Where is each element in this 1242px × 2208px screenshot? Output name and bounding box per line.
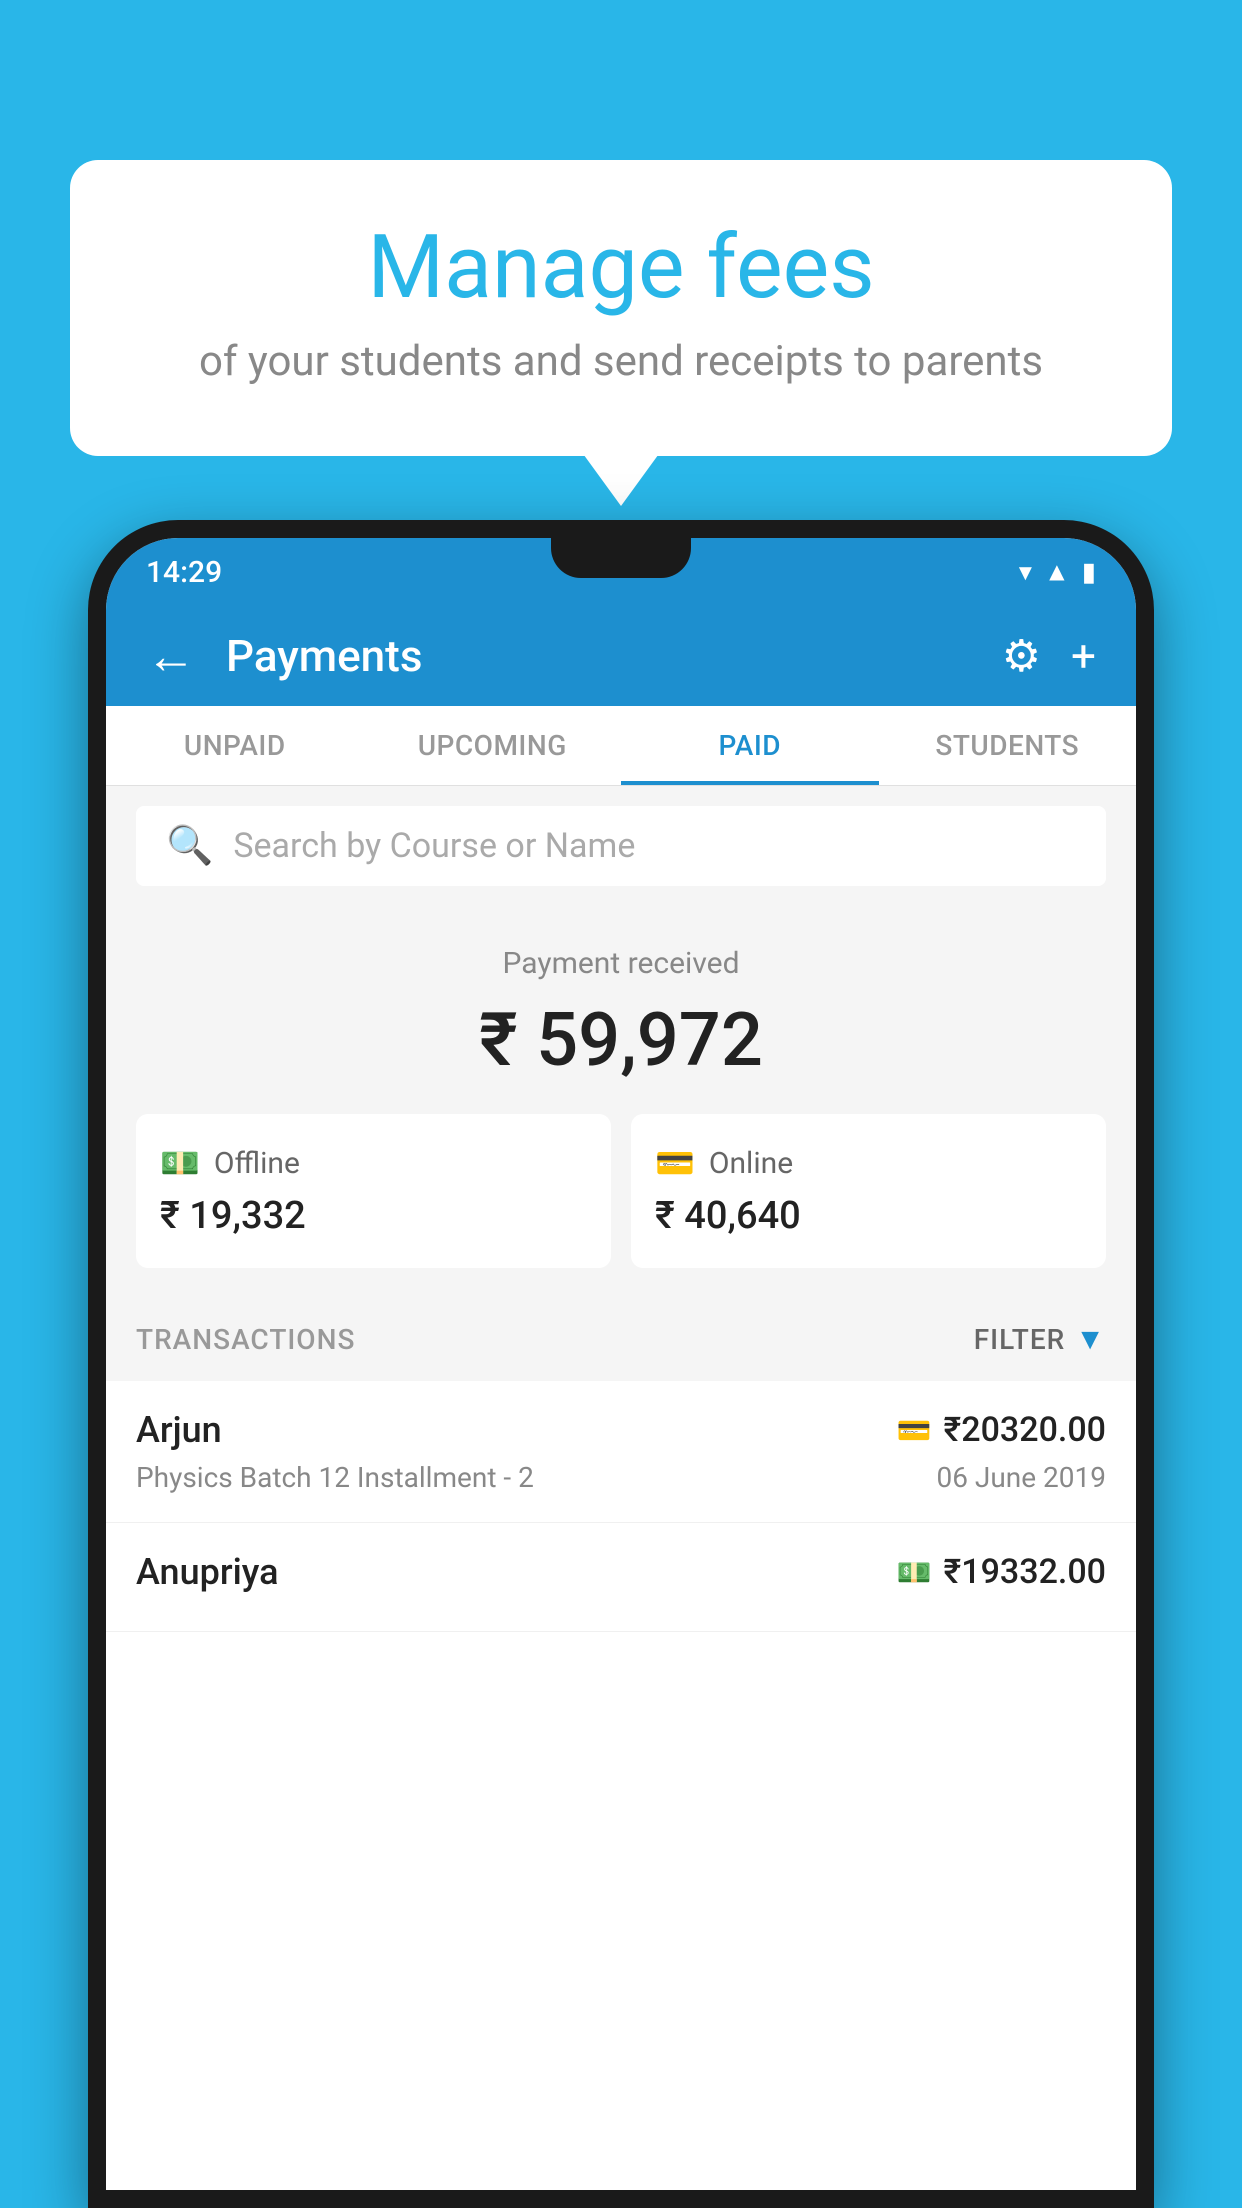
bubble-title: Manage fees <box>150 220 1092 317</box>
phone-screen: 14:29 ▾ ▲ ▮ ← Payments ⚙ + UNPAID UPCOMI… <box>106 538 1136 2190</box>
app-bar: ← Payments ⚙ + <box>106 606 1136 706</box>
transactions-header: TRANSACTIONS FILTER ▼ <box>106 1298 1136 1381</box>
filter-icon: ▼ <box>1075 1322 1106 1357</box>
transaction-item[interactable]: Arjun 💳 ₹20320.00 Physics Batch 12 Insta… <box>106 1381 1136 1523</box>
tabs-bar: UNPAID UPCOMING PAID STUDENTS <box>106 706 1136 786</box>
offline-card-header: 💵 Offline <box>160 1144 587 1182</box>
app-bar-title: Payments <box>226 630 1002 682</box>
search-bar[interactable]: 🔍 Search by Course or Name <box>136 806 1106 886</box>
transaction-row-bottom: Physics Batch 12 Installment - 2 06 June… <box>136 1461 1106 1494</box>
status-icons: ▾ ▲ ▮ <box>1019 557 1096 588</box>
transaction-row-top: Anupriya 💵 ₹19332.00 <box>136 1551 1106 1593</box>
settings-button[interactable]: ⚙ <box>1002 630 1041 682</box>
offline-icon: 💵 <box>160 1144 200 1182</box>
tab-students[interactable]: STUDENTS <box>879 706 1137 785</box>
online-amount: ₹ 40,640 <box>655 1194 1082 1238</box>
online-card-header: 💳 Online <box>655 1144 1082 1182</box>
payment-cards: 💵 Offline ₹ 19,332 💳 Online ₹ 40,640 <box>136 1114 1106 1268</box>
payment-summary: Payment received ₹ 59,972 💵 Offline ₹ 19… <box>106 906 1136 1298</box>
transaction-amount-container: 💳 ₹20320.00 <box>897 1410 1106 1450</box>
phone-frame: 14:29 ▾ ▲ ▮ ← Payments ⚙ + UNPAID UPCOMI… <box>88 520 1154 2208</box>
speech-bubble: Manage fees of your students and send re… <box>70 160 1172 456</box>
speech-bubble-container: Manage fees of your students and send re… <box>70 160 1172 456</box>
online-icon: 💳 <box>655 1144 695 1182</box>
search-container: 🔍 Search by Course or Name <box>106 786 1136 906</box>
transaction-amount-container: 💵 ₹19332.00 <box>897 1552 1106 1592</box>
filter-label: FILTER <box>974 1323 1066 1356</box>
back-button[interactable]: ← <box>146 627 196 686</box>
payment-total-amount: ₹ 59,972 <box>136 997 1106 1084</box>
offline-card: 💵 Offline ₹ 19,332 <box>136 1114 611 1268</box>
bubble-subtitle: of your students and send receipts to pa… <box>150 337 1092 386</box>
search-input[interactable]: Search by Course or Name <box>233 826 635 866</box>
transaction-amount: ₹20320.00 <box>944 1410 1106 1450</box>
transaction-name: Anupriya <box>136 1551 279 1593</box>
transaction-item[interactable]: Anupriya 💵 ₹19332.00 <box>106 1523 1136 1632</box>
card-payment-icon: 💳 <box>897 1414 932 1447</box>
transactions-label: TRANSACTIONS <box>136 1323 355 1356</box>
offline-amount: ₹ 19,332 <box>160 1194 587 1238</box>
signal-icon: ▲ <box>1044 557 1070 588</box>
transaction-date: 06 June 2019 <box>936 1461 1106 1494</box>
online-label: Online <box>709 1146 793 1181</box>
phone-notch <box>551 538 691 578</box>
tab-upcoming[interactable]: UPCOMING <box>364 706 622 785</box>
battery-icon: ▮ <box>1082 557 1096 587</box>
wifi-icon: ▾ <box>1019 557 1032 587</box>
offline-label: Offline <box>214 1146 300 1181</box>
transaction-amount: ₹19332.00 <box>944 1552 1106 1592</box>
transaction-name: Arjun <box>136 1409 222 1451</box>
transaction-description: Physics Batch 12 Installment - 2 <box>136 1461 534 1494</box>
status-time: 14:29 <box>146 555 222 590</box>
app-bar-actions: ⚙ + <box>1002 630 1096 682</box>
search-icon: 🔍 <box>166 824 213 868</box>
cash-payment-icon: 💵 <box>897 1556 932 1589</box>
transaction-row-top: Arjun 💳 ₹20320.00 <box>136 1409 1106 1451</box>
tab-paid[interactable]: PAID <box>621 706 879 785</box>
tab-unpaid[interactable]: UNPAID <box>106 706 364 785</box>
add-button[interactable]: + <box>1071 630 1096 682</box>
payment-label: Payment received <box>136 946 1106 981</box>
filter-button[interactable]: FILTER ▼ <box>974 1322 1106 1357</box>
online-card: 💳 Online ₹ 40,640 <box>631 1114 1106 1268</box>
